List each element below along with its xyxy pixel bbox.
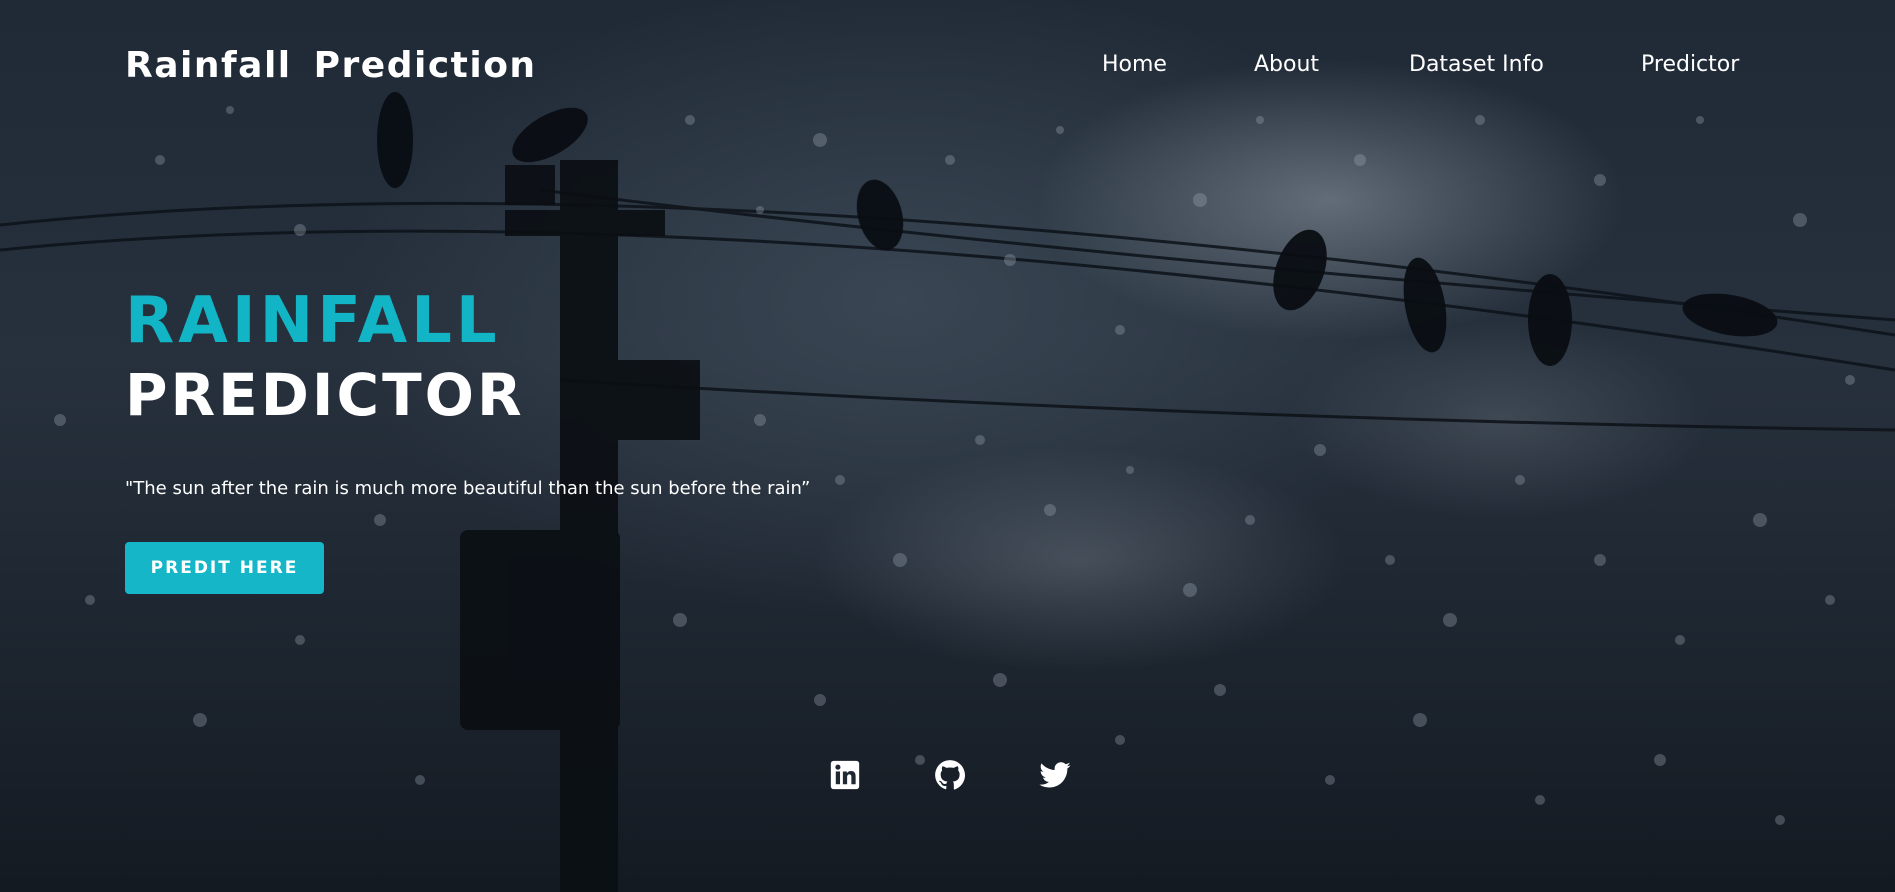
landing-page: Rainfall Prediction Home About Dataset I… [0,0,1895,892]
site-header: Rainfall Prediction Home About Dataset I… [0,0,1895,135]
hero-title-accent: RAINFALL [125,284,501,358]
hero-quote: "The sun after the rain is much more bea… [125,478,811,499]
nav-dataset-info[interactable]: Dataset Info [1409,52,1544,77]
github-icon[interactable] [933,758,967,792]
nav-home[interactable]: Home [1102,52,1167,77]
linkedin-icon[interactable] [828,758,862,792]
predict-here-button[interactable]: PREDIT HERE [125,542,324,594]
social-links [828,758,1078,794]
nav-about[interactable]: About [1254,52,1319,77]
site-brand[interactable]: Rainfall Prediction [125,45,537,86]
hero-section: RAINFALL PREDICTOR [125,285,525,433]
nav-predictor[interactable]: Predictor [1641,52,1739,77]
hero-title-main: PREDICTOR [125,361,525,429]
twitter-icon[interactable] [1038,758,1072,792]
